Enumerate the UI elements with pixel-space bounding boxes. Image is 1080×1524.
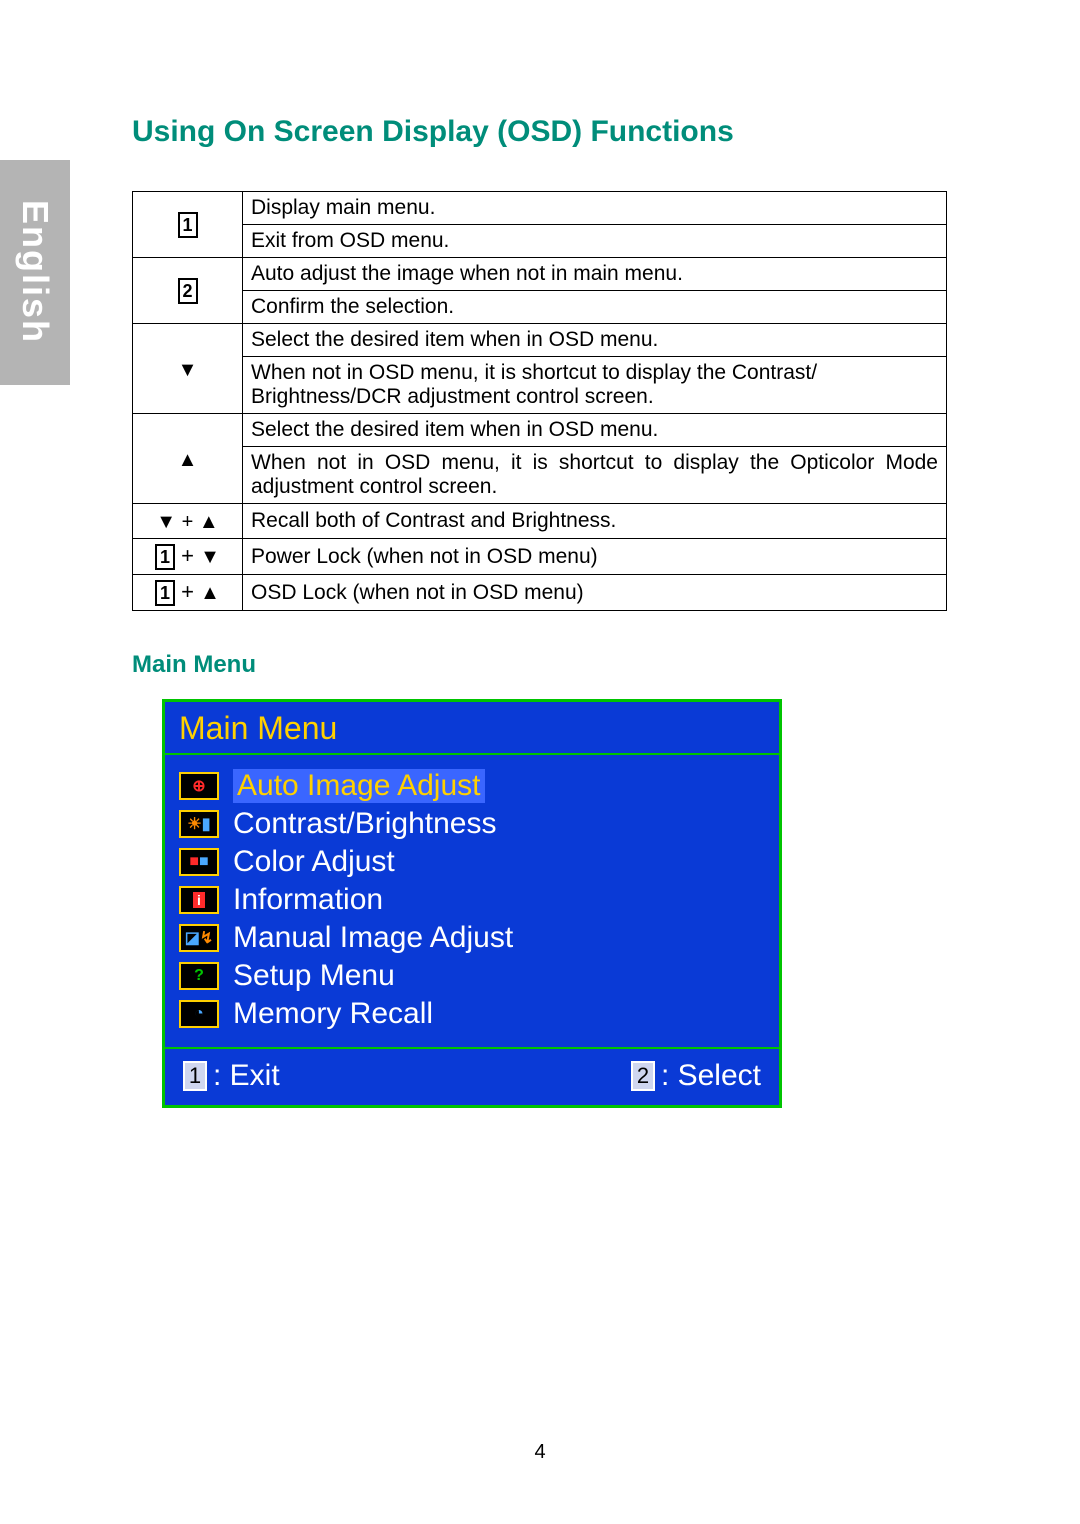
osd-item-color-adjust[interactable]: ■■ Color Adjust [179, 843, 765, 881]
desc: Power Lock (when not in OSD menu) [243, 539, 947, 575]
osd-item-manual-image-adjust[interactable]: ◪↯ Manual Image Adjust [179, 919, 765, 957]
osd-item-label: Manual Image Adjust [233, 921, 513, 955]
key-down: ▼ [133, 324, 243, 414]
osd-panel: Main Menu ⊕ Auto Image Adjust ☀▮ Contras… [162, 699, 782, 1108]
language-tab: English [0, 160, 70, 385]
osd-title: Main Menu [165, 702, 779, 753]
osd-footer: 1 : Exit 2 : Select [165, 1049, 779, 1105]
osd-select-hint: 2 : Select [631, 1059, 761, 1093]
brightness-icon: ☀▮ [179, 810, 219, 838]
key-1: 1 [133, 192, 243, 258]
memory-recall-icon: ◔ [179, 1000, 219, 1028]
osd-item-label: Auto Image Adjust [233, 769, 485, 803]
key-1-plus-down: 1 + ▼ [133, 539, 243, 575]
keybox-2-icon: 2 [631, 1061, 655, 1091]
arrow-up-icon: ▲ [200, 582, 220, 604]
osd-body: ⊕ Auto Image Adjust ☀▮ Contrast/Brightne… [165, 753, 779, 1049]
page-title: Using On Screen Display (OSD) Functions [132, 115, 947, 149]
desc: Recall both of Contrast and Brightness. [243, 504, 947, 539]
desc: Exit from OSD menu. [243, 225, 947, 258]
desc: Confirm the selection. [243, 291, 947, 324]
info-icon: i [179, 886, 219, 914]
numbox-icon: 1 [155, 544, 175, 570]
arrow-down-icon: ▼ [200, 546, 220, 568]
setup-icon: ? [179, 962, 219, 990]
keybox-1-icon: 1 [183, 1061, 207, 1091]
manual-adjust-icon: ◪↯ [179, 924, 219, 952]
numbox-icon: 1 [155, 580, 175, 606]
key-up: ▲ [133, 414, 243, 504]
osd-item-label: Information [233, 883, 383, 917]
arrow-down-icon: ▼ [178, 359, 198, 381]
auto-adjust-icon: ⊕ [179, 772, 219, 800]
osd-item-label: Setup Menu [233, 959, 395, 993]
osd-item-setup-menu[interactable]: ? Setup Menu [179, 957, 765, 995]
plus: + [181, 579, 200, 604]
page-content: Using On Screen Display (OSD) Functions … [132, 115, 947, 1108]
numbox-2-icon: 2 [178, 278, 198, 304]
desc: Select the desired item when in OSD menu… [243, 324, 947, 357]
combo-arrows-icon: ▼ + ▲ [156, 511, 218, 533]
osd-item-information[interactable]: i Information [179, 881, 765, 919]
osd-item-label: Contrast/Brightness [233, 807, 496, 841]
osd-item-label: Memory Recall [233, 997, 433, 1031]
main-menu-heading: Main Menu [132, 651, 947, 679]
key-1-plus-up: 1 + ▲ [133, 575, 243, 611]
desc: OSD Lock (when not in OSD menu) [243, 575, 947, 611]
desc: When not in OSD menu, it is shortcut to … [243, 357, 947, 414]
osd-item-contrast-brightness[interactable]: ☀▮ Contrast/Brightness [179, 805, 765, 843]
language-label: English [14, 200, 56, 344]
key-2: 2 [133, 258, 243, 324]
desc: Select the desired item when in OSD menu… [243, 414, 947, 447]
page-number: 4 [0, 1441, 1080, 1464]
key-down-plus-up: ▼ + ▲ [133, 504, 243, 539]
color-adjust-icon: ■■ [179, 848, 219, 876]
osd-item-memory-recall[interactable]: ◔ Memory Recall [179, 995, 765, 1033]
desc: Auto adjust the image when not in main m… [243, 258, 947, 291]
osd-buttons-table: 1 Display main menu. Exit from OSD menu.… [132, 191, 947, 611]
osd-item-auto-image-adjust[interactable]: ⊕ Auto Image Adjust [179, 767, 765, 805]
plus: + [181, 543, 200, 568]
desc: When not in OSD menu, it is shortcut to … [243, 447, 947, 504]
osd-item-label: Color Adjust [233, 845, 395, 879]
desc: Display main menu. [243, 192, 947, 225]
arrow-up-icon: ▲ [178, 449, 198, 471]
select-label: : Select [661, 1059, 761, 1093]
numbox-1-icon: 1 [178, 212, 198, 238]
exit-label: : Exit [213, 1059, 280, 1093]
osd-exit-hint: 1 : Exit [183, 1059, 280, 1093]
